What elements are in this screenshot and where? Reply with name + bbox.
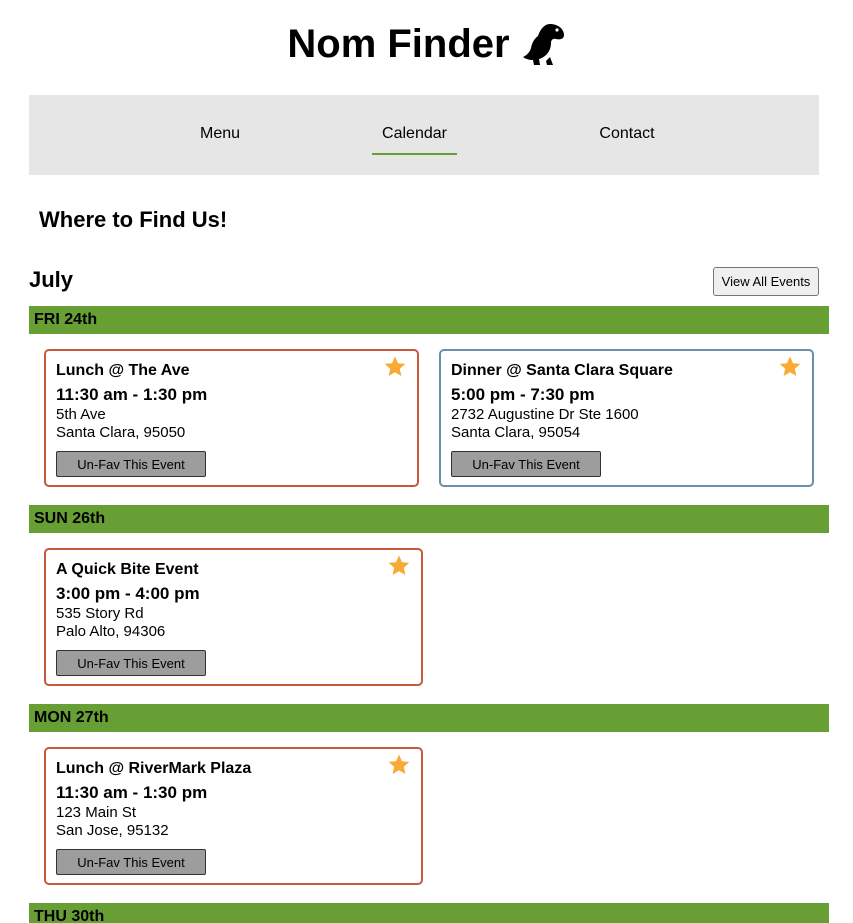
nav-item-menu[interactable]: Menu	[190, 125, 250, 151]
day-header: MON 27th	[29, 704, 829, 732]
event-address-line2: Santa Clara, 95054	[451, 424, 581, 441]
site-title[interactable]: Nom Finder	[287, 21, 565, 67]
day-header: SUN 26th	[29, 505, 829, 533]
nav-item-contact[interactable]: Contact	[597, 125, 657, 151]
star-icon[interactable]	[387, 554, 411, 578]
event-card: Lunch @ RiverMark Plaza 11:30 am - 1:30 …	[44, 747, 423, 885]
event-address-line1: 123 Main St	[56, 804, 137, 821]
site-title-text: Nom Finder	[287, 21, 510, 66]
nav-item-calendar[interactable]: Calendar	[372, 125, 457, 155]
section-title: Where to Find Us!	[39, 207, 228, 232]
view-all-events-button[interactable]: View All Events	[713, 267, 819, 296]
event-time: 11:30 am - 1:30 pm	[56, 385, 208, 404]
page: Nom Finder Menu Calendar Contact Where t…	[0, 0, 853, 923]
month-title: July	[29, 267, 74, 292]
event-title: Lunch @ RiverMark Plaza	[56, 760, 252, 777]
star-icon[interactable]	[383, 355, 407, 379]
star-icon[interactable]	[387, 753, 411, 777]
event-address-line2: Santa Clara, 95050	[56, 424, 186, 441]
event-time: 5:00 pm - 7:30 pm	[451, 385, 595, 404]
event-title: Lunch @ The Ave	[56, 362, 190, 379]
event-card: Dinner @ Santa Clara Square 5:00 pm - 7:…	[439, 349, 814, 487]
event-address-line2: Palo Alto, 94306	[56, 623, 166, 640]
event-address-line1: 2732 Augustine Dr Ste 1600	[451, 406, 639, 423]
event-address-line1: 5th Ave	[56, 406, 106, 423]
unfav-button[interactable]: Un-Fav This Event	[56, 849, 206, 875]
star-icon[interactable]	[778, 355, 802, 379]
event-address-line1: 535 Story Rd	[56, 605, 144, 622]
event-title: A Quick Bite Event	[56, 561, 199, 578]
event-address-line2: San Jose, 95132	[56, 822, 169, 839]
main-nav: Menu Calendar Contact	[29, 95, 819, 175]
unfav-button[interactable]: Un-Fav This Event	[56, 650, 206, 676]
unfav-button[interactable]: Un-Fav This Event	[56, 451, 206, 477]
event-card: Lunch @ The Ave 11:30 am - 1:30 pm 5th A…	[44, 349, 419, 487]
dinosaur-logo-icon	[522, 24, 564, 65]
event-time: 3:00 pm - 4:00 pm	[56, 584, 200, 603]
day-header: THU 30th	[29, 903, 829, 923]
site-header: Nom Finder	[0, 14, 853, 74]
day-header: FRI 24th	[29, 306, 829, 334]
unfav-button[interactable]: Un-Fav This Event	[451, 451, 601, 477]
event-card: A Quick Bite Event 3:00 pm - 4:00 pm 535…	[44, 548, 423, 686]
event-time: 11:30 am - 1:30 pm	[56, 783, 208, 802]
event-title: Dinner @ Santa Clara Square	[451, 362, 673, 379]
